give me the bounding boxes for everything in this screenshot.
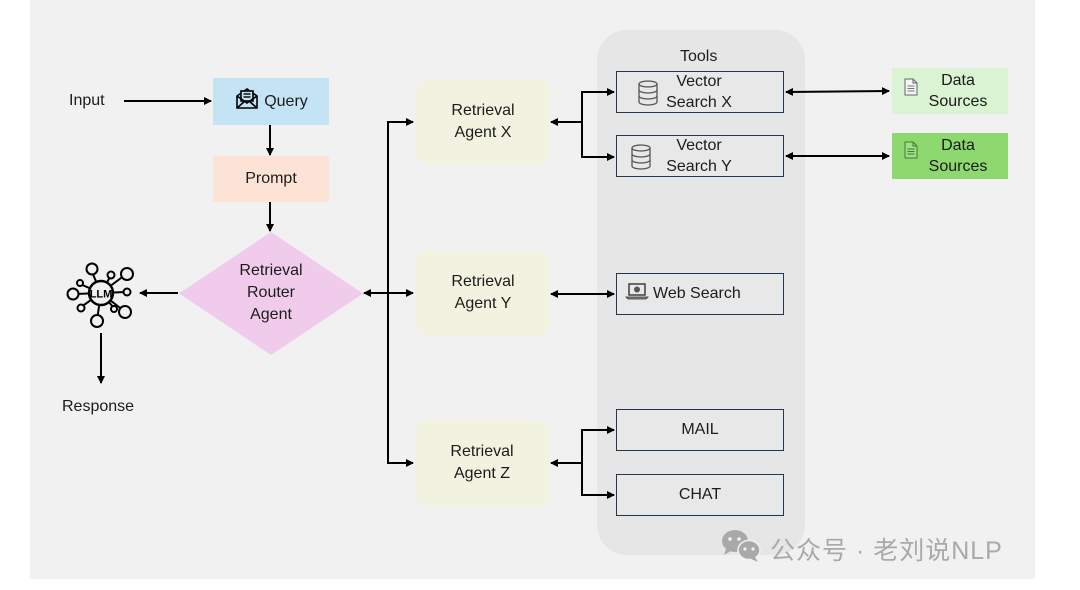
agent-y-label-line2: Agent Y bbox=[454, 295, 512, 312]
data-source-1: Data Sources bbox=[892, 68, 1008, 114]
prompt-node: Prompt bbox=[213, 156, 329, 202]
agent-z-label-line1: Retrieval bbox=[450, 443, 514, 460]
query-label: Query bbox=[264, 92, 308, 110]
llm-network-icon: LLM bbox=[66, 262, 134, 328]
watermark: 公众号 · 老刘说NLP bbox=[720, 528, 1003, 569]
tool-web-search: Web Search bbox=[616, 273, 784, 315]
envelope-letter-icon bbox=[234, 85, 260, 118]
data-source-1-line2: Sources bbox=[928, 93, 988, 110]
router-label-line2: Router bbox=[246, 284, 296, 301]
mail-label: MAIL bbox=[681, 421, 719, 438]
vector-search-x-line1: Vector bbox=[676, 73, 722, 90]
tool-vector-search-x: Vector Search X bbox=[616, 71, 784, 113]
agent-z-label-line2: Agent Z bbox=[453, 465, 511, 482]
data-source-2-line1: Data bbox=[941, 137, 975, 154]
router-label-line1: Retrieval bbox=[239, 262, 303, 279]
database-icon bbox=[630, 144, 652, 177]
tool-mail: MAIL bbox=[616, 409, 784, 451]
router-label-line3: Agent bbox=[250, 306, 292, 323]
agent-y-label-line1: Retrieval bbox=[451, 273, 515, 290]
input-label: Input bbox=[69, 92, 105, 109]
tools-panel-title: Tools bbox=[680, 48, 718, 65]
web-search-label: Web Search bbox=[653, 285, 741, 302]
llm-node: LLM bbox=[64, 258, 138, 330]
llm-label: LLM bbox=[90, 289, 113, 301]
data-source-2: Data Sources bbox=[892, 133, 1008, 179]
response-label: Response bbox=[62, 398, 135, 415]
retrieval-agent-z: Retrieval Agent Z bbox=[415, 420, 549, 506]
query-node: Query bbox=[213, 78, 329, 125]
chat-label: CHAT bbox=[678, 486, 722, 503]
wechat-icon bbox=[720, 528, 762, 569]
laptop-icon bbox=[625, 282, 649, 307]
vector-search-x-line2: Search X bbox=[666, 94, 732, 111]
prompt-label: Prompt bbox=[245, 170, 297, 187]
retrieval-agent-y: Retrieval Agent Y bbox=[416, 250, 550, 336]
router-node: Retrieval Router Agent bbox=[210, 258, 332, 328]
document-icon bbox=[904, 78, 918, 102]
database-icon bbox=[637, 80, 659, 113]
watermark-text: 公众号 · 老刘说NLP bbox=[770, 536, 1003, 565]
agent-x-label-line1: Retrieval bbox=[451, 102, 515, 119]
data-source-1-line1: Data bbox=[941, 72, 975, 89]
vector-search-y-line2: Search Y bbox=[666, 158, 732, 175]
agent-x-label-line2: Agent X bbox=[454, 124, 512, 141]
retrieval-agent-x: Retrieval Agent X bbox=[416, 79, 550, 165]
document-icon bbox=[904, 141, 918, 165]
vector-search-y-line1: Vector bbox=[676, 137, 722, 154]
tool-chat: CHAT bbox=[616, 474, 784, 516]
tool-vector-search-y: Vector Search Y bbox=[616, 135, 784, 177]
data-source-2-line2: Sources bbox=[928, 158, 988, 175]
